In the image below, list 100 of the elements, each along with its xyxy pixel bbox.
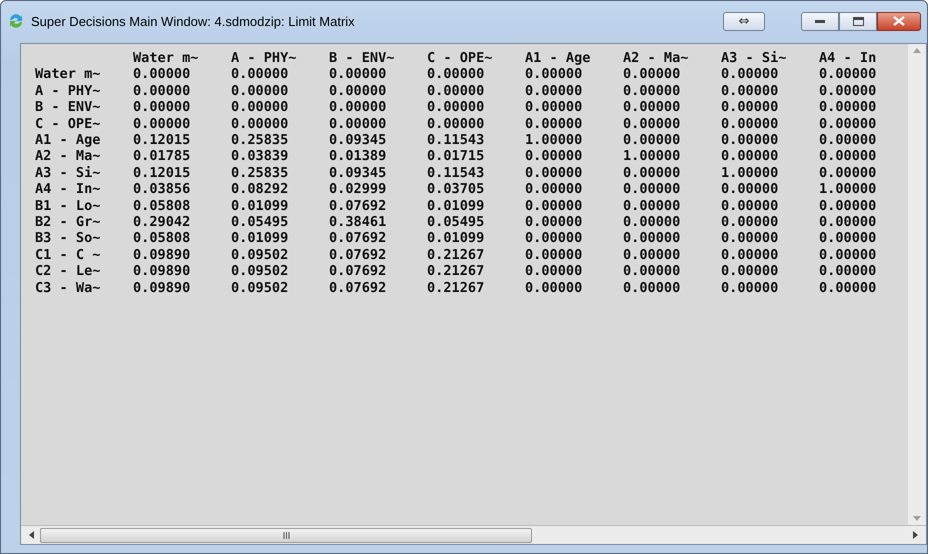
table-cell-text: 0.01099 xyxy=(427,198,486,214)
table-cell-text: 0.05495 xyxy=(231,214,290,230)
table-cell-text: 0.09502 xyxy=(231,246,290,264)
table-cell-text: 0.00000 xyxy=(819,246,878,264)
table-cell-text: 1.00000 xyxy=(721,164,780,182)
table-cell-text: 0.00000 xyxy=(819,198,878,214)
table-cell-text: 0.05495 xyxy=(427,214,486,230)
table-cell-text: 0.01099 xyxy=(427,230,486,247)
table-cell-text: 0.07692 xyxy=(329,198,388,214)
table-cell-text: 0.00000 xyxy=(623,181,682,198)
table-cell-text: 0.00000 xyxy=(623,132,682,148)
table-cell-text: 0.00000 xyxy=(133,82,192,100)
table-cell-text: 0.00000 xyxy=(721,99,780,116)
table-cell-text: 0.05808 xyxy=(133,198,192,214)
table-cell-text: 0.00000 xyxy=(819,99,878,116)
maximize-icon xyxy=(852,16,864,26)
scroll-right-icon[interactable] xyxy=(913,531,918,539)
row-header: B2 - Gr~ xyxy=(35,214,102,230)
row-header: B3 - So~ xyxy=(35,230,102,247)
table-cell-text: 0.00000 xyxy=(427,82,486,100)
minimize-button[interactable] xyxy=(801,12,839,30)
row-header: A3 - Si~ xyxy=(35,164,102,182)
table-cell-text: 0.00000 xyxy=(525,246,584,264)
table-cell-text: 0.00000 xyxy=(721,214,780,230)
table-cell-text: 0.00000 xyxy=(525,230,584,247)
table-cell-text: 0.07692 xyxy=(329,246,388,264)
table-cell-text: 0.00000 xyxy=(329,116,388,132)
table-cell-text: 0.00000 xyxy=(623,263,682,280)
table-cell-text: 0.00000 xyxy=(427,99,486,116)
table-cell-text: 0.00000 xyxy=(623,99,682,116)
table-cell-text: 0.25835 xyxy=(231,164,290,182)
table-cell-text: 0.03705 xyxy=(427,181,486,198)
table-cell-text: 0.02999 xyxy=(329,181,388,198)
maximize-button[interactable] xyxy=(839,12,877,30)
table-cell-text: 0.00000 xyxy=(525,99,584,116)
table-cell-text: 0.00000 xyxy=(623,66,682,83)
scroll-thumb[interactable] xyxy=(40,528,532,542)
toggle-button[interactable]: ⇔ xyxy=(723,12,765,30)
table-cell-text: 0.25835 xyxy=(231,132,290,148)
table-cell-text: 0.00000 xyxy=(329,66,388,83)
table-cell-text: 0.11543 xyxy=(427,164,486,182)
table-cell-text: 1.00000 xyxy=(623,148,682,165)
table-cell-text: 0.21267 xyxy=(427,246,486,264)
column-header: A2 - Ma~ xyxy=(623,50,690,66)
table-cell-text: 0.00000 xyxy=(133,99,192,116)
row-header: C3 - Wa~ xyxy=(35,280,102,296)
table-cell-text: 0.00000 xyxy=(721,246,780,264)
table-cell-text: 0.00000 xyxy=(819,280,878,296)
column-header: C - OPE~ xyxy=(427,50,494,66)
row-header: A4 - In~ xyxy=(35,181,102,198)
table-cell-text: 0.00000 xyxy=(525,214,584,230)
table-cell-text: 0.00000 xyxy=(721,181,780,198)
table-cell-text: 0.00000 xyxy=(525,148,584,165)
close-button[interactable] xyxy=(877,12,921,30)
table-cell-text: 0.00000 xyxy=(231,116,290,132)
table-cell-text: 0.00000 xyxy=(721,280,780,296)
row-header: A2 - Ma~ xyxy=(35,148,102,165)
table-cell-text: 0.00000 xyxy=(525,82,584,100)
table-cell-text: 0.00000 xyxy=(819,230,878,247)
table-cell-text: 0.00000 xyxy=(623,116,682,132)
table-cell-text: 0.00000 xyxy=(133,116,192,132)
table-cell-text: 0.00000 xyxy=(231,66,290,83)
row-header: A1 - Age xyxy=(35,132,102,148)
table-cell-text: 0.21267 xyxy=(427,280,486,296)
row-header: B1 - Lo~ xyxy=(35,198,102,214)
table-cell-text: 0.01099 xyxy=(231,230,290,247)
table-cell-text: 0.00000 xyxy=(721,198,780,214)
table-cell-text: 0.29042 xyxy=(133,214,192,230)
row-header: C2 - Le~ xyxy=(35,263,102,280)
table-cell-text: 0.00000 xyxy=(721,66,780,83)
table-cell-text: 0.00000 xyxy=(623,246,682,264)
table-cell-text: 0.09502 xyxy=(231,263,290,280)
table-cell-text: 0.00000 xyxy=(427,116,486,132)
table-cell-text: 0.09345 xyxy=(329,132,388,148)
table-cell-text: 0.07692 xyxy=(329,230,388,247)
horizontal-scrollbar[interactable] xyxy=(21,525,926,544)
table-cell-text: 0.07692 xyxy=(329,263,388,280)
scroll-left-icon[interactable] xyxy=(29,531,34,539)
row-header: C - OPE~ xyxy=(35,116,102,132)
row-header: C1 - C ~ xyxy=(35,246,102,264)
table-cell-text: 0.03856 xyxy=(133,181,192,198)
window-title: Super Decisions Main Window: 4.sdmodzip: Limit Matrix xyxy=(31,14,356,28)
table-cell-text: 0.00000 xyxy=(525,164,584,182)
table-cell-text: 0.03839 xyxy=(231,148,290,165)
table-cell-text: 0.00000 xyxy=(819,66,878,83)
table-cell-text: 0.09890 xyxy=(133,280,192,296)
table-cell-text: 0.09345 xyxy=(329,164,388,182)
table-cell-text: 0.00000 xyxy=(819,116,878,132)
table-cell-text: 0.00000 xyxy=(721,116,780,132)
app-icon xyxy=(7,12,25,30)
table-cell-text: 0.38461 xyxy=(329,214,388,230)
table-cell-text: 0.00000 xyxy=(721,132,780,148)
table-cell-text: 0.00000 xyxy=(133,66,192,83)
table-cell-text: 0.00000 xyxy=(525,66,584,83)
table-cell-text: 0.00000 xyxy=(525,116,584,132)
table-cell-text: 0.00000 xyxy=(427,66,486,83)
row-header: Water m~ xyxy=(35,66,102,83)
table-cell-text: 1.00000 xyxy=(819,181,878,198)
table-cell-text: 0.00000 xyxy=(525,263,584,280)
table-cell-text: 0.21267 xyxy=(427,263,486,280)
